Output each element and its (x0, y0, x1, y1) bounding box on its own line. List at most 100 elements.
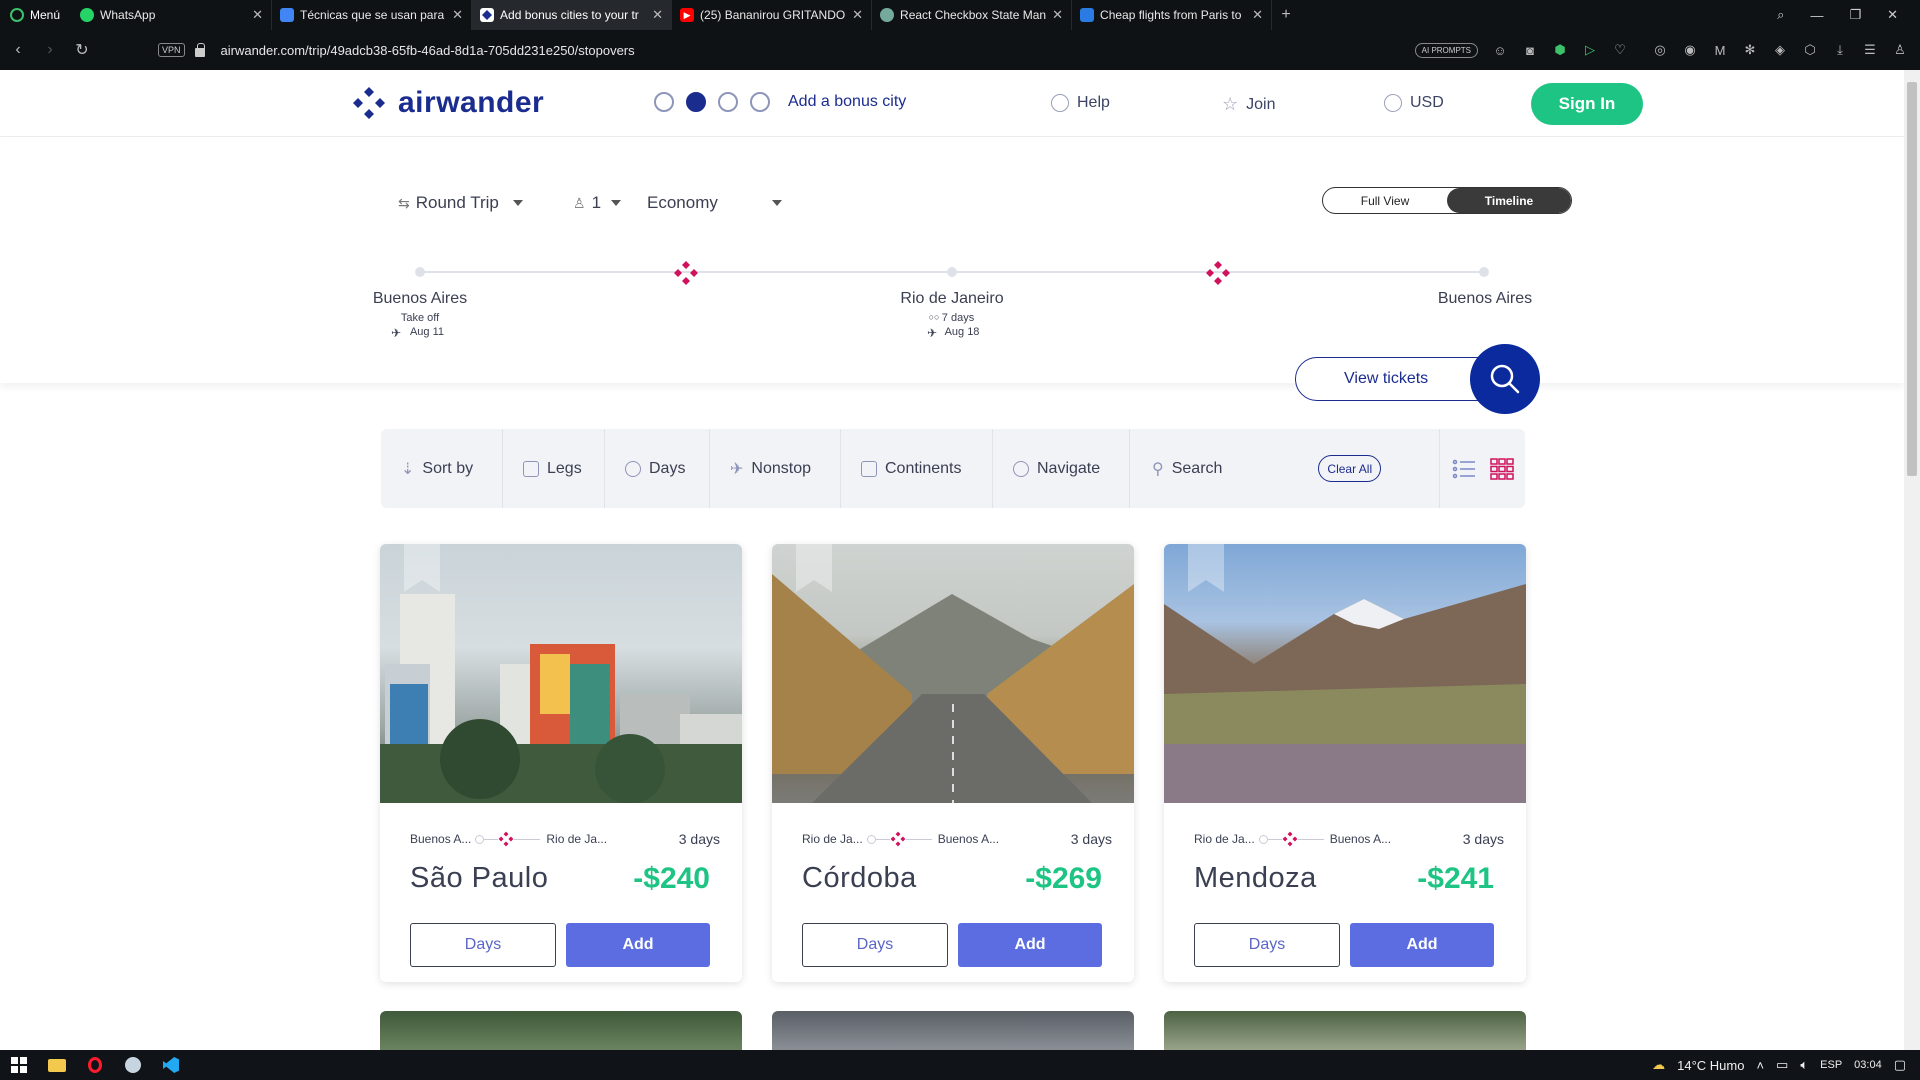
volume-icon[interactable]: 🔈︎ (1800, 1057, 1808, 1073)
vpn-extension-icon[interactable]: ◈ (1772, 42, 1788, 58)
vpn-badge[interactable]: VPN (158, 43, 185, 57)
tab-airwander[interactable]: Add bonus cities to your tr ✕ (472, 0, 673, 30)
city-card-partial[interactable] (772, 1011, 1134, 1051)
bonus-city-icon[interactable] (750, 92, 770, 112)
notifications-icon[interactable]: ▢ (1894, 1057, 1906, 1073)
clear-all-button[interactable]: Clear All (1318, 455, 1382, 482)
extension-icons: AI PROMPTS ☺ ◙ ⬢ ▷ ♡ ◎ ◉ M ✻ ◈ ⬡ ⤓ ☰ ♙ (1414, 30, 1908, 70)
heart-icon[interactable]: ♡ (1612, 42, 1628, 58)
passengers-select[interactable]: ♙ 1 (573, 193, 622, 213)
weather-icon[interactable]: ☁ (1652, 1057, 1665, 1073)
shield-icon[interactable]: ⬢ (1552, 42, 1568, 58)
language-indicator[interactable]: ESP (1820, 1059, 1842, 1071)
opera-taskbar-icon[interactable] (76, 1050, 114, 1080)
color-wheel-icon[interactable]: ◉ (1682, 42, 1698, 58)
chevron-up-icon[interactable]: ˄ (1756, 1058, 1764, 1073)
forward-icon[interactable]: › (34, 41, 66, 59)
search-filter[interactable]: ⚲ Search Clear All (1130, 429, 1401, 508)
close-window-icon[interactable]: ✕ (1887, 7, 1898, 23)
steam-icon[interactable] (114, 1050, 152, 1080)
route-dot (866, 834, 876, 844)
back-icon[interactable]: ‹ (2, 41, 34, 59)
star-icon: ☆ (1222, 94, 1239, 114)
tab-close-icon[interactable]: ✕ (652, 7, 663, 23)
view-toggle[interactable]: Full View Timeline (1322, 187, 1572, 214)
cabin-select[interactable]: Economy (647, 193, 782, 213)
vscode-icon[interactable] (152, 1050, 190, 1080)
days-button[interactable]: Days (802, 923, 948, 967)
tab-whatsapp[interactable]: WhatsApp ✕ (72, 0, 273, 30)
tab-close-icon[interactable]: ✕ (452, 7, 463, 23)
reload-icon[interactable]: ↻ (66, 40, 98, 60)
tab-close-icon[interactable]: ✕ (252, 7, 263, 23)
tab-close-icon[interactable]: ✕ (1052, 7, 1063, 23)
add-bonus-city-link[interactable]: Add a bonus city (788, 93, 906, 111)
grid-view-icon[interactable] (1489, 457, 1514, 480)
menu-lines-icon[interactable]: ☰ (1862, 42, 1878, 58)
continents-filter[interactable]: Continents (841, 429, 993, 508)
city-card[interactable]: Rio de Ja... Buenos A... 3 days Mendoza … (1164, 544, 1526, 982)
list-view-icon[interactable] (1452, 459, 1476, 479)
tab-close-icon[interactable]: ✕ (1252, 7, 1263, 23)
sign-in-button[interactable]: Sign In (1531, 83, 1643, 125)
currency-selector[interactable]: USD (1384, 94, 1444, 112)
days-filter[interactable]: Days (605, 429, 710, 508)
timeline-option[interactable]: Timeline (1447, 188, 1571, 213)
cube-icon[interactable]: ⬡ (1802, 42, 1818, 58)
emoji-icon[interactable]: ☺ (1492, 42, 1508, 58)
tab-docs[interactable]: Técnicas que se usan para l ✕ (272, 0, 473, 30)
plane-icon[interactable] (718, 92, 738, 112)
lock-icon[interactable] (194, 42, 205, 57)
explore-icon[interactable] (654, 92, 674, 112)
camera-icon[interactable]: ◙ (1522, 42, 1538, 58)
compass-icon[interactable]: ◎ (1652, 42, 1668, 58)
ai-prompts-button[interactable]: AI PROMPTS (1414, 42, 1478, 58)
m-extension-icon[interactable]: M (1712, 42, 1728, 58)
legs-filter[interactable]: Legs (503, 429, 605, 508)
tab-chatgpt[interactable]: React Checkbox State Man ✕ (872, 0, 1073, 30)
add-button[interactable]: Add (958, 923, 1102, 967)
search-button[interactable] (1470, 344, 1540, 414)
nonstop-filter[interactable]: ✈ Nonstop (710, 429, 841, 508)
profile-icon[interactable]: ♙ (1892, 42, 1908, 58)
card-route: Buenos A... Rio de Ja... 3 days (410, 830, 720, 848)
page-scrollbar[interactable] (1904, 70, 1920, 1050)
city-card-partial[interactable] (380, 1011, 742, 1051)
scrollbar-thumb[interactable] (1907, 82, 1917, 476)
city-card-partial[interactable] (1164, 1011, 1526, 1051)
city-card[interactable]: Buenos A... Rio de Ja... 3 days São Paul… (380, 544, 742, 982)
sort-by-filter[interactable]: ⇣ Sort by (381, 429, 503, 508)
clock[interactable]: 03:04 (1854, 1059, 1882, 1071)
trip-type-select[interactable]: ⇆ Round Trip (398, 193, 523, 213)
full-view-option[interactable]: Full View (1323, 188, 1447, 213)
add-bonus-city-icon[interactable] (673, 260, 699, 291)
play-icon[interactable]: ▷ (1582, 42, 1598, 58)
airwander-logo-icon (353, 87, 385, 119)
gear-icon[interactable]: ✻ (1742, 42, 1758, 58)
tab-close-icon[interactable]: ✕ (852, 7, 863, 23)
add-button[interactable]: Add (566, 923, 710, 967)
windows-start-icon[interactable] (0, 1050, 38, 1080)
add-button[interactable]: Add (1350, 923, 1494, 967)
days-button[interactable]: Days (410, 923, 556, 967)
restore-icon[interactable]: ❐ (1849, 7, 1861, 23)
globe-icon[interactable] (686, 92, 706, 112)
network-icon[interactable]: ▭ (1776, 1057, 1788, 1073)
days-button[interactable]: Days (1194, 923, 1340, 967)
minimize-icon[interactable]: — (1810, 8, 1823, 23)
new-tab-icon[interactable]: + (1272, 6, 1300, 24)
airwander-logo[interactable]: airwander (352, 86, 544, 120)
browser-menu-button[interactable]: Menú (0, 0, 72, 30)
city-card[interactable]: Rio de Ja... Buenos A... 3 days Córdoba … (772, 544, 1134, 982)
download-icon[interactable]: ⤓ (1832, 42, 1848, 58)
url-field[interactable]: airwander.com/trip/49adcb38-65fb-46ad-8d… (221, 43, 635, 58)
weather-text[interactable]: 14°C Humo (1677, 1058, 1744, 1073)
file-explorer-icon[interactable] (38, 1050, 76, 1080)
tab-flights[interactable]: Cheap flights from Paris to ✕ (1072, 0, 1273, 30)
tab-youtube[interactable]: ▶ (25) Bananirou GRITANDO ✕ (672, 0, 873, 30)
help-link[interactable]: Help (1051, 94, 1110, 112)
add-bonus-city-icon[interactable] (1205, 260, 1231, 291)
join-link[interactable]: ☆ Join (1222, 94, 1276, 115)
navigate-filter[interactable]: Navigate (993, 429, 1130, 508)
search-tabs-icon[interactable]: ⌕ (1777, 7, 1784, 23)
